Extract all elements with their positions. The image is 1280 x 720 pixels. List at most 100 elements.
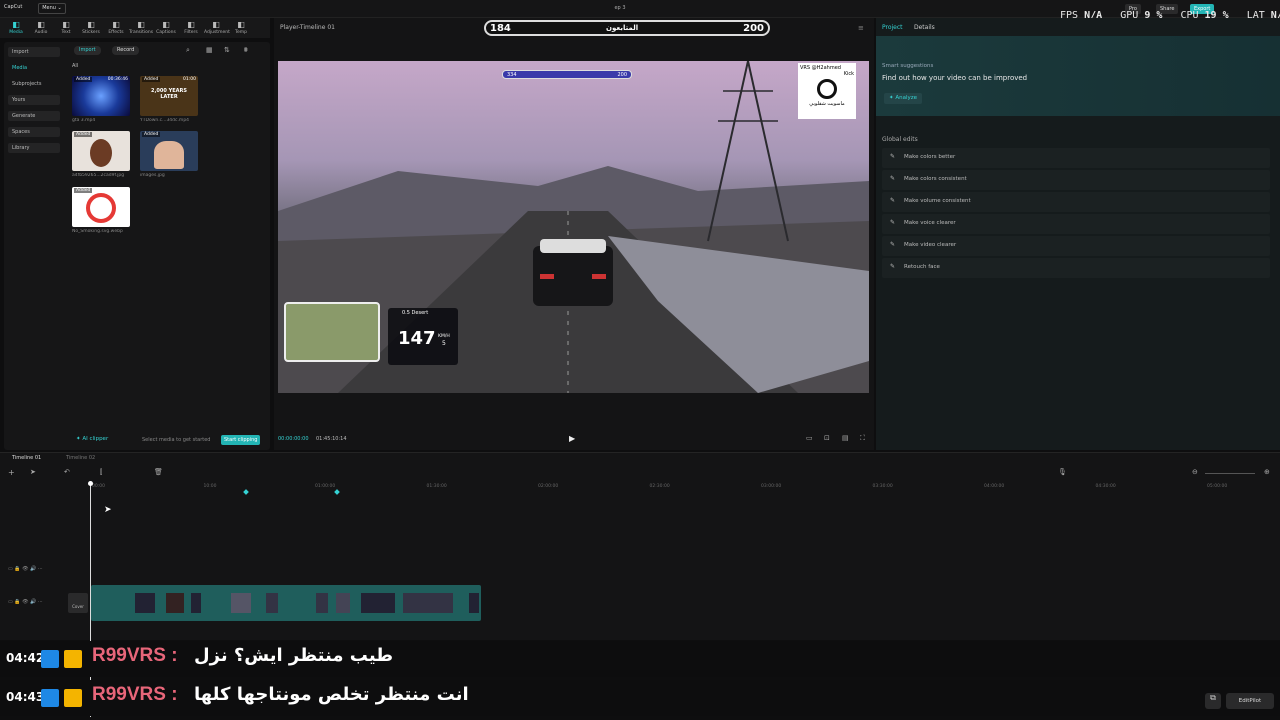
- global-edit-row[interactable]: ✎ Make volume consistent: [882, 192, 1270, 212]
- sidebar-item-import[interactable]: Import: [8, 47, 60, 57]
- aspect-icon[interactable]: ▭: [806, 434, 813, 442]
- tool-transitions[interactable]: ◧ Transitions: [129, 20, 153, 35]
- palette-icon: ✎: [890, 175, 896, 182]
- ruler-tick: 01:00:00: [315, 484, 336, 489]
- duration-label: 00:36:46: [107, 77, 128, 82]
- ruler-tick: 02:00:00: [538, 484, 559, 489]
- delete-icon[interactable]: 🗑: [154, 468, 163, 476]
- global-edit-label: Make colors consistent: [904, 176, 967, 182]
- sidebar-item-generate[interactable]: Generate: [8, 111, 60, 121]
- ruler-tick: 04:00:00: [984, 484, 1005, 489]
- sidebar-item-subprojects[interactable]: Subprojects: [8, 79, 60, 89]
- player-menu-icon[interactable]: ≡: [858, 24, 864, 32]
- video-track-controls[interactable]: ▭ 🔒 👁 🔊 ⋯: [8, 599, 43, 605]
- tool-label: Transitions: [129, 30, 154, 35]
- tool-effects[interactable]: ◧ Effects: [104, 20, 128, 35]
- sort-icon[interactable]: ⇅: [224, 46, 230, 54]
- tab-details[interactable]: Details: [914, 24, 935, 31]
- media-icon: ◧: [12, 20, 20, 29]
- ai-clipper-button[interactable]: ✦ AI clipper: [76, 436, 108, 442]
- start-clipping-button[interactable]: Start clipping: [221, 435, 261, 445]
- video-clip-strip[interactable]: [91, 585, 481, 621]
- play-icon[interactable]: ▶: [569, 434, 575, 443]
- search-icon[interactable]: ⌕: [186, 46, 190, 55]
- zoom-icon[interactable]: ⊡: [824, 434, 830, 442]
- select-tool-icon[interactable]: ➤: [30, 468, 36, 476]
- chat-text: انت منتظر تخلص مونتاجها كلها: [194, 684, 469, 705]
- zoom-slider[interactable]: [1205, 473, 1255, 474]
- tool-audio[interactable]: ◧ Audio: [29, 20, 53, 35]
- audio-track-controls[interactable]: ▭ 🔒 👁 🔊 ⋯: [8, 566, 43, 572]
- current-time: 00:00:00:00: [278, 436, 309, 442]
- mic-icon[interactable]: 🎙: [1058, 468, 1067, 476]
- ruler-tick: 03:30:00: [872, 484, 893, 489]
- media-thumb[interactable]: Added 01:00 2,000 YEARS LATER: [140, 76, 198, 116]
- filter-icon[interactable]: ⩩: [244, 46, 248, 55]
- sidebar-item-yours[interactable]: Yours: [8, 95, 60, 105]
- overlay-arabic: ماسويت شقلوبي: [809, 101, 845, 107]
- zoom-out-icon[interactable]: ⊖: [1192, 468, 1198, 476]
- badge-icon: [41, 650, 59, 668]
- tab-project[interactable]: Project: [882, 24, 903, 31]
- tool-temp[interactable]: ◧ Temp: [229, 20, 253, 35]
- tool-media[interactable]: ◧ Media: [4, 20, 28, 35]
- global-edit-label: Make video clearer: [904, 242, 957, 248]
- speed-value: 147: [398, 328, 436, 349]
- effects-icon: ◧: [112, 20, 120, 29]
- global-edit-label: Make voice clearer: [904, 220, 956, 226]
- mouse-cursor: ➤: [104, 505, 112, 515]
- media-thumb[interactable]: Added: [140, 131, 198, 171]
- sidebar-item-media[interactable]: Media: [8, 63, 60, 73]
- global-edit-row[interactable]: ✎ Make colors consistent: [882, 170, 1270, 190]
- tool-captions[interactable]: ◧ Captions: [154, 20, 178, 35]
- editpilot-button[interactable]: EditPilot: [1226, 693, 1274, 709]
- sidebar-item-library[interactable]: Library: [8, 143, 60, 153]
- media-thumb[interactable]: Added: [72, 187, 130, 227]
- adjustment-icon: ◧: [212, 20, 220, 29]
- ratio-icon[interactable]: ▤: [842, 434, 849, 442]
- overlay-logo-icon: [817, 79, 837, 99]
- clip-frames: [135, 593, 479, 613]
- goal-label: المتابعون: [606, 24, 639, 32]
- global-edit-row[interactable]: ✎ Make video clearer: [882, 236, 1270, 256]
- tool-filters[interactable]: ◧ Filters: [179, 20, 203, 35]
- add-icon[interactable]: +: [8, 468, 15, 477]
- playhead-handle[interactable]: [88, 481, 93, 486]
- suggest-text: Find out how your video can be improved: [882, 74, 1028, 82]
- tool-label: Media: [9, 30, 23, 35]
- tool-label: Effects: [108, 30, 124, 35]
- tab-timeline-01[interactable]: Timeline 01: [12, 455, 41, 461]
- cover-button[interactable]: Cover: [68, 593, 88, 613]
- goal-target: 200: [743, 23, 764, 34]
- captions-icon: ◧: [162, 20, 170, 29]
- fullscreen-icon[interactable]: ⛶: [860, 434, 865, 443]
- sidebar-item-spaces[interactable]: Spaces: [8, 127, 60, 137]
- tool-stickers[interactable]: ◧ Stickers: [79, 20, 103, 35]
- grid-view-icon[interactable]: ▦: [206, 46, 213, 54]
- tool-adjustment[interactable]: ◧ Adjustment: [204, 20, 230, 35]
- video-preview[interactable]: 334 200 VRS @H2ahmed Kick ماسويت شقلوبي …: [278, 61, 869, 393]
- undo-icon[interactable]: ↶: [64, 468, 70, 476]
- zoom-in-icon[interactable]: ⊕: [1264, 468, 1270, 476]
- global-edits-title: Global edits: [882, 136, 918, 143]
- import-button[interactable]: Import: [74, 46, 101, 55]
- media-thumb[interactable]: Added: [72, 131, 130, 171]
- suggest-title: Smart suggestions: [882, 63, 934, 69]
- media-thumb[interactable]: Added 00:36:46: [72, 76, 130, 116]
- global-edit-row[interactable]: ✎ Make colors better: [882, 148, 1270, 168]
- window-icon[interactable]: ⧉: [1205, 693, 1221, 709]
- chat-time: 04:43: [6, 690, 45, 704]
- transitions-icon: ◧: [137, 20, 145, 29]
- analyze-button[interactable]: ✦ Analyze: [884, 93, 923, 104]
- global-edit-row[interactable]: ✎ Make voice clearer: [882, 214, 1270, 234]
- character-image: [154, 141, 184, 169]
- split-icon[interactable]: ⫿: [100, 468, 102, 477]
- overlay-kick: Kick: [843, 71, 854, 77]
- tool-text[interactable]: ◧ Text: [54, 20, 78, 35]
- tab-timeline-02[interactable]: Timeline 02: [66, 455, 95, 461]
- filter-all[interactable]: All: [72, 63, 78, 69]
- chat-message: 04:42 R99VRS : طيب منتظر ايش؟ نزل: [0, 641, 1280, 677]
- record-button[interactable]: Record: [112, 46, 140, 55]
- menu-button[interactable]: Menu ⌄: [38, 3, 66, 14]
- global-edit-row[interactable]: ✎ Retouch face: [882, 258, 1270, 278]
